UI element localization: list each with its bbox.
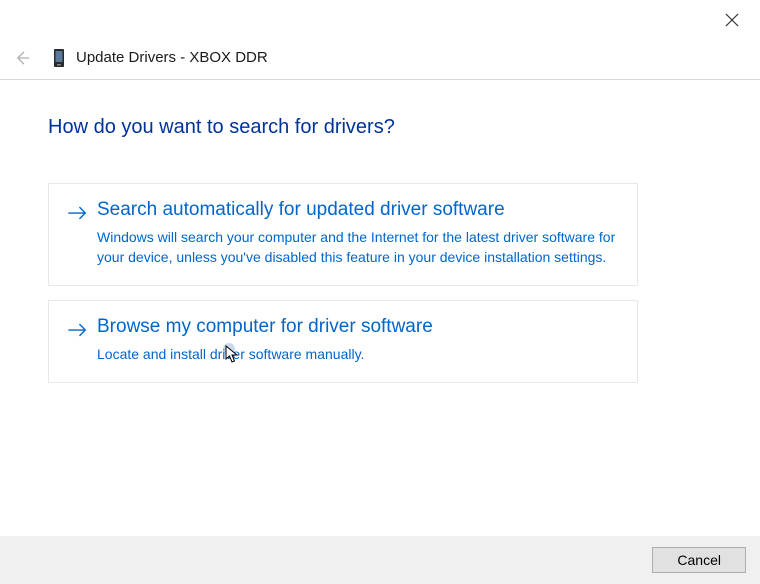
option-text: Search automatically for updated driver … <box>97 198 619 267</box>
option-title: Browse my computer for driver software <box>97 315 619 340</box>
arrow-right-icon <box>67 319 89 341</box>
option-description: Windows will search your computer and th… <box>97 227 619 268</box>
back-button[interactable] <box>10 46 34 70</box>
option-search-automatically[interactable]: Search automatically for updated driver … <box>48 183 638 286</box>
window-title: Update Drivers - XBOX DDR <box>76 49 268 66</box>
page-heading: How do you want to search for drivers? <box>48 116 712 139</box>
option-browse-computer[interactable]: Browse my computer for driver software L… <box>48 300 638 383</box>
option-text: Browse my computer for driver software L… <box>97 315 619 364</box>
close-button[interactable] <box>722 10 742 30</box>
close-icon <box>725 13 739 27</box>
option-description: Locate and install driver software manua… <box>97 344 619 364</box>
content-area: How do you want to search for drivers? S… <box>0 80 760 383</box>
footer-bar: Cancel <box>0 536 760 584</box>
device-icon <box>52 48 66 68</box>
arrow-right-icon <box>67 202 89 224</box>
header-bar: Update Drivers - XBOX DDR <box>0 0 760 80</box>
cancel-button[interactable]: Cancel <box>652 547 746 573</box>
option-title: Search automatically for updated driver … <box>97 198 619 223</box>
arrow-left-icon <box>12 48 32 68</box>
